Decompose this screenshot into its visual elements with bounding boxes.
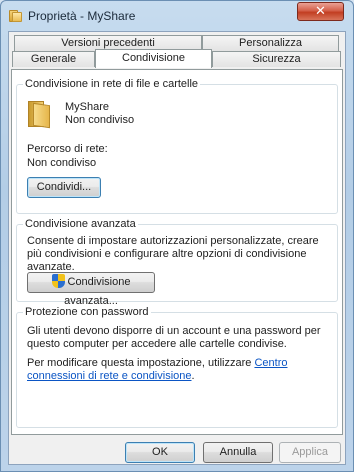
ok-button[interactable]: OK xyxy=(125,442,195,463)
network-path-value: Non condiviso xyxy=(27,157,97,169)
share-button-label: Condividi... xyxy=(36,181,92,193)
dialog-client-area: Versioni precedenti Personalizza General… xyxy=(8,31,346,465)
network-sharing-group: Condivisione in rete di file e cartelle … xyxy=(16,78,338,214)
advanced-sharing-description: Consente di impostare autorizzazioni per… xyxy=(27,235,319,273)
network-path-label: Percorso di rete: xyxy=(27,143,108,155)
tab-sicurezza[interactable]: Sicurezza xyxy=(212,51,341,67)
folder-icon xyxy=(9,10,22,22)
password-protection-group: Protezione con password Gli utenti devon… xyxy=(16,306,338,428)
cancel-button[interactable]: Annulla xyxy=(203,442,273,463)
sharing-tab-panel: Condivisione in rete di file e cartelle … xyxy=(11,69,343,435)
apply-button-label: Applica xyxy=(291,446,329,458)
share-button[interactable]: Condividi... xyxy=(27,177,101,198)
change-setting-period: . xyxy=(191,370,195,382)
change-setting-prefix: Per modificare questa impostazione, util… xyxy=(27,357,255,369)
tab-condivisione[interactable]: Condivisione xyxy=(95,49,212,68)
password-protection-description: Gli utenti devono disporre di un account… xyxy=(27,325,321,350)
cancel-button-label: Annulla xyxy=(219,446,257,458)
advanced-sharing-legend: Condivisione avanzata xyxy=(23,218,138,230)
advanced-sharing-group: Condivisione avanzata Consente di impost… xyxy=(16,218,338,307)
shared-folder-icon xyxy=(28,101,50,129)
tab-generale[interactable]: Generale xyxy=(12,51,95,67)
close-button[interactable]: ✕ xyxy=(297,2,344,21)
folder-name: MyShare xyxy=(65,101,110,113)
ok-button-label: OK xyxy=(152,446,168,458)
window-title: Proprietà - MyShare xyxy=(28,9,136,23)
share-status: Non condiviso xyxy=(65,114,135,126)
properties-window: Proprietà - MyShare ✕ Versioni precedent… xyxy=(0,0,354,472)
close-icon: ✕ xyxy=(315,4,326,19)
tab-personalizza[interactable]: Personalizza xyxy=(202,35,339,51)
network-sharing-legend: Condivisione in rete di file e cartelle xyxy=(23,78,201,90)
uac-shield-icon xyxy=(51,274,65,288)
change-setting-text: Per modificare questa impostazione, util… xyxy=(27,357,327,383)
password-protection-legend: Protezione con password xyxy=(23,306,151,318)
advanced-sharing-button[interactable]: Condivisione avanzata... xyxy=(27,272,155,307)
title-bar[interactable]: Proprietà - MyShare ✕ xyxy=(1,1,353,31)
advanced-sharing-button-label: Condivisione avanzata... xyxy=(64,276,131,307)
apply-button: Applica xyxy=(279,442,341,463)
